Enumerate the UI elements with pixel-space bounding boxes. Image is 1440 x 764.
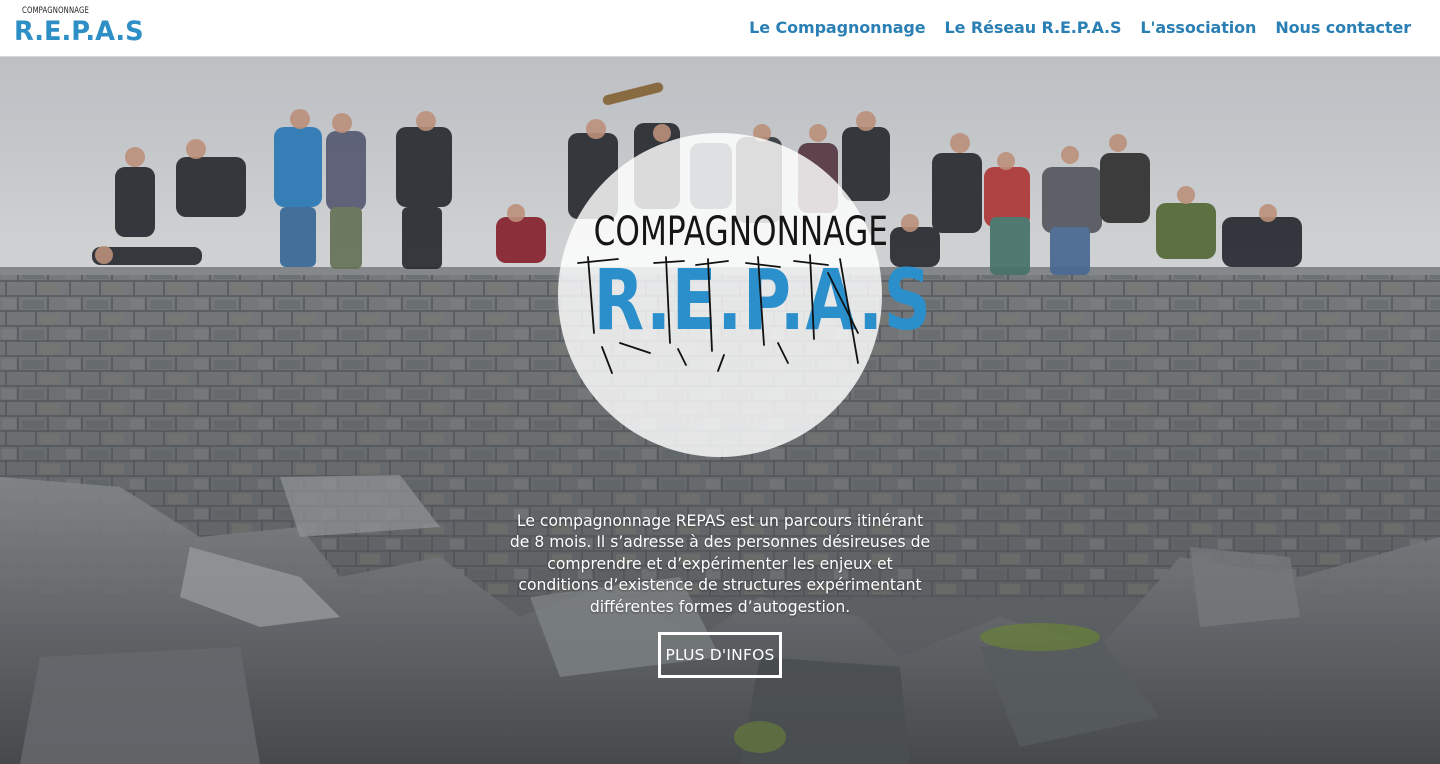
site-header: COMPAGNONNAGE R.E.P.A.S Le Compagnonnage…	[0, 0, 1440, 57]
nav-link-association[interactable]: L'association	[1140, 18, 1256, 37]
nav-link-compagnonnage[interactable]: Le Compagnonnage	[749, 18, 926, 37]
site-logo[interactable]: COMPAGNONNAGE R.E.P.A.S	[14, 6, 144, 50]
nav-link-reseau[interactable]: Le Réseau R.E.P.A.S	[945, 18, 1122, 37]
hero-section: COMPAGNONNAGE R.E.P.A.S Le compagnonnage…	[0, 57, 1440, 764]
repas-emblem-logo: COMPAGNONNAGE R.E.P.A.S	[558, 133, 931, 457]
logo-small-text: COMPAGNONNAGE	[22, 6, 90, 16]
logo-big-text: R.E.P.A.S	[14, 16, 144, 47]
emblem-scratch-marks	[577, 254, 859, 374]
more-info-button[interactable]: PLUS D'INFOS	[658, 632, 782, 678]
main-nav: Le Compagnonnage Le Réseau R.E.P.A.S L'a…	[749, 18, 1411, 37]
nav-link-contact[interactable]: Nous contacter	[1275, 18, 1411, 37]
hero-intro-text: Le compagnonnage REPAS est un parcours i…	[509, 511, 931, 616]
